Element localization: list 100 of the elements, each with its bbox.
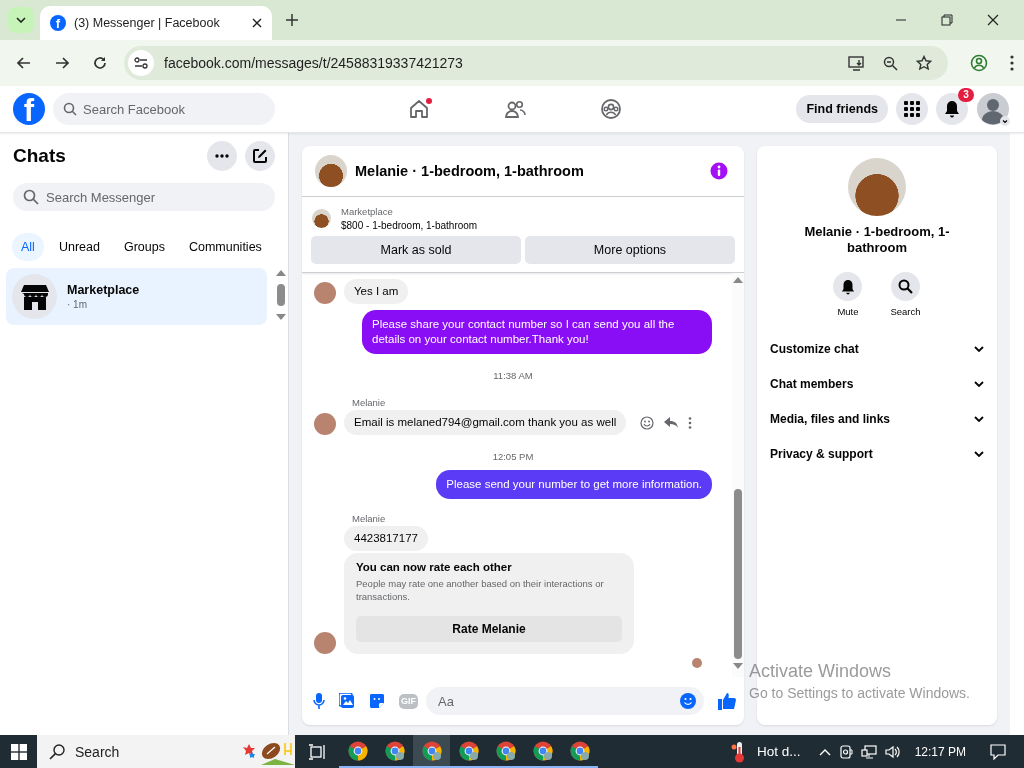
notification-count: 3: [958, 88, 974, 102]
home-icon: [408, 98, 430, 120]
bell-icon[interactable]: [833, 272, 863, 301]
search-icon: [49, 743, 65, 760]
bookmark-star-icon[interactable]: [916, 55, 932, 71]
compose-icon[interactable]: [245, 141, 275, 171]
settings-section[interactable]: Customize chat: [770, 331, 984, 366]
filter-tab[interactable]: Communities: [179, 233, 271, 261]
profile-icon[interactable]: [970, 54, 988, 72]
rate-button[interactable]: Rate Melanie: [356, 616, 622, 642]
browser-tab[interactable]: f (3) Messenger | Facebook: [40, 6, 272, 40]
emoji-reaction-icon[interactable]: [640, 415, 655, 430]
listing-source: Marketplace: [341, 206, 394, 217]
chevron-up-icon[interactable]: [818, 747, 831, 756]
network-icon[interactable]: [860, 744, 877, 759]
message-bubble: Please share your contact number so I can send you all the details on your contact number.Thank you!: [362, 310, 712, 354]
more-icon[interactable]: [688, 416, 693, 429]
card-text: People may rate one another based on their interactions or transactions.: [356, 577, 605, 603]
scrollbar-thumb[interactable]: [734, 489, 742, 659]
task-view-icon[interactable]: [309, 743, 327, 760]
emoji-icon[interactable]: [680, 693, 696, 709]
message-bubble: Email is melaned794@gmail.com thank you as well: [344, 410, 627, 435]
account-avatar[interactable]: [976, 92, 1010, 126]
close-icon[interactable]: [252, 18, 262, 28]
filter-tab[interactable]: Groups: [114, 233, 174, 261]
tab-search-button[interactable]: [8, 7, 34, 33]
address-bar[interactable]: facebook.com/messages/t/24588319337421273: [124, 46, 948, 80]
scroll-up-icon[interactable]: [733, 277, 743, 283]
activation-notice-text: Go to Settings to activate Windows.: [749, 685, 970, 701]
more-icon[interactable]: [207, 141, 237, 171]
scrollbar-thumb[interactable]: [276, 284, 285, 306]
card-title: You can now rate each other: [356, 561, 513, 573]
restore-icon[interactable]: [941, 14, 953, 26]
read-receipt-avatar: [692, 658, 702, 668]
message-bubble: Please send your number to get more information.: [436, 470, 712, 499]
search-field[interactable]: Search Facebook: [53, 93, 275, 125]
thumbs-up-icon[interactable]: [718, 692, 736, 710]
notification-icon[interactable]: [990, 743, 1006, 760]
chat-list-item[interactable]: Marketplace · 1m: [6, 268, 267, 325]
reload-icon[interactable]: [92, 55, 108, 71]
listing-action-button[interactable]: More options: [525, 236, 735, 264]
facebook-logo: f: [50, 15, 66, 31]
new-tab-icon[interactable]: [286, 14, 298, 26]
speaker-icon[interactable]: [884, 744, 901, 759]
store-icon: [12, 274, 57, 319]
message-input[interactable]: Aa: [426, 687, 704, 715]
scroll-down-icon[interactable]: [733, 663, 743, 669]
action-label: Search: [890, 306, 921, 317]
find-friends-button[interactable]: Find friends: [796, 95, 888, 123]
message-bubble: 4423817177: [344, 526, 428, 551]
back-icon[interactable]: [16, 55, 32, 71]
browser-taskbar-icon[interactable]: [413, 735, 450, 768]
chats-title: Chats: [13, 145, 66, 167]
scrollbar[interactable]: [732, 273, 744, 677]
taskbar-search-field[interactable]: Search: [37, 735, 295, 768]
filter-tab[interactable]: Unread: [49, 233, 109, 261]
search-icon[interactable]: [891, 272, 920, 301]
settings-section[interactable]: Privacy & support: [770, 436, 984, 471]
settings-section[interactable]: Media, files and links: [770, 401, 984, 436]
groups-icon: [600, 98, 622, 120]
url-text: facebook.com/messages/t/24588319337421273: [164, 55, 463, 71]
message-timestamp: 11:38 AM: [493, 370, 533, 381]
clock-time[interactable]: 12:17 PM: [914, 744, 966, 759]
menu-icon[interactable]: [1010, 55, 1014, 71]
page-scrollbar[interactable]: [1010, 133, 1024, 735]
zoom-icon[interactable]: [883, 55, 898, 71]
facebook-logo[interactable]: f: [13, 93, 45, 125]
message-bubble: Yes I am: [344, 279, 409, 304]
photo-placeholder: [312, 209, 331, 228]
windows-start-icon[interactable]: [11, 743, 27, 760]
action-label: Mute: [837, 306, 859, 317]
tab-title: (3) Messenger | Facebook: [74, 16, 221, 30]
conversation-title: Melanie · 1-bedroom, 1-bathroom: [355, 163, 584, 179]
image-icon[interactable]: [339, 693, 355, 709]
sticker-icon[interactable]: [369, 693, 385, 709]
activation-notice-title: Activate Windows: [749, 661, 893, 682]
chat-time: · 1m: [67, 299, 88, 310]
people-icon: [504, 98, 526, 120]
scroll-up-icon[interactable]: [275, 270, 286, 276]
listing-title: $800 - 1-bedroom, 1-bathroom: [341, 220, 478, 231]
forward-icon[interactable]: [54, 55, 70, 71]
info-icon[interactable]: [710, 162, 728, 180]
close-icon[interactable]: [987, 14, 999, 26]
microphone-icon[interactable]: [313, 693, 325, 709]
message-timestamp: 12:05 PM: [492, 451, 534, 462]
install-app-icon[interactable]: [848, 55, 865, 71]
menu-grid-icon[interactable]: [896, 93, 928, 125]
scroll-down-icon[interactable]: [275, 314, 286, 320]
search-field[interactable]: Search Messenger: [13, 183, 275, 211]
filter-tab[interactable]: All: [12, 233, 44, 261]
sender-name: Melanie: [352, 397, 386, 408]
photo-placeholder: [315, 155, 347, 187]
camera-icon[interactable]: [838, 744, 853, 759]
settings-section[interactable]: Chat members: [770, 366, 984, 401]
weather-text[interactable]: Hot d...: [757, 744, 801, 759]
sender-name: Melanie: [352, 513, 386, 524]
listing-action-button[interactable]: Mark as sold: [311, 236, 521, 264]
reply-icon[interactable]: [664, 416, 679, 429]
conversation-name: Melanie · 1-bedroom, 1-bathroom: [803, 224, 951, 256]
site-settings-icon[interactable]: [128, 50, 154, 76]
